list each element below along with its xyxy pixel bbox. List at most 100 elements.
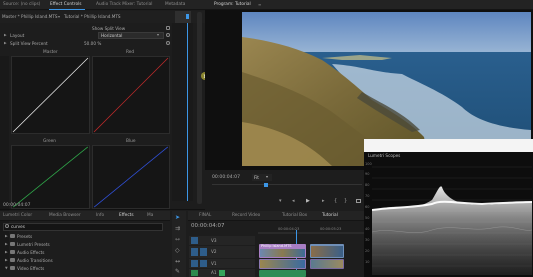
expand-triangle-icon[interactable]: ▶ [4, 41, 7, 45]
green-curve-graph[interactable] [11, 145, 90, 209]
timeline-clip-v2-next[interactable] [310, 244, 344, 258]
tick-label: 40 [365, 227, 370, 231]
timeline-audio-clip-a1[interactable] [259, 270, 306, 277]
panel-divider [0, 209, 205, 210]
timeline-timecode[interactable]: 00:00:04:07 [191, 223, 225, 229]
lumetri-scopes-white-strip [364, 139, 533, 152]
tick-label: 10 [365, 260, 370, 264]
expand-triangle-icon[interactable]: ▶ [4, 33, 7, 37]
lumetri-scopes-title: Lumetri Scopes [368, 153, 401, 158]
tab-timeline-tutorial-box[interactable]: Tutorial Box [279, 211, 310, 221]
tree-item-label: Video Effects [17, 266, 45, 271]
overwrite-icon[interactable]: } [344, 198, 347, 204]
sequence-clip-label[interactable]: Tutorial * Phillip Island.MTS [64, 14, 121, 19]
tree-item-label: Lumetri Presets [17, 242, 50, 247]
ripple-edit-tool-icon[interactable]: ⇿ [175, 237, 180, 243]
tab-lumetri-color[interactable]: Lumetri Color [0, 211, 35, 221]
clip-label: Phillip Island.MTS [261, 244, 292, 248]
effect-controls-timeline-area [172, 23, 193, 201]
chevron-down-icon[interactable]: ▾ [266, 174, 268, 179]
track-target-icon[interactable] [191, 260, 198, 267]
track-header-v2[interactable]: V2 [189, 246, 255, 258]
insert-icon[interactable]: { [334, 198, 337, 204]
tab-timeline-record-video[interactable]: Record Video [229, 211, 263, 221]
panel-menu-icon[interactable]: ≡ [258, 2, 261, 7]
reset-icon[interactable] [166, 41, 170, 45]
tab-metadata[interactable]: Metadata [162, 0, 188, 10]
timeline-ruler[interactable] [258, 232, 364, 234]
blue-curve-graph[interactable] [92, 145, 170, 209]
checkbox-icon[interactable] [166, 26, 170, 30]
tab-source[interactable]: Source: (no clips) [0, 0, 43, 10]
track-source-icon[interactable] [200, 248, 207, 256]
track-label-v1: V1 [211, 261, 217, 266]
tab-media-browser[interactable]: Media Browser [46, 211, 84, 221]
step-back-icon[interactable]: ◂ [292, 198, 295, 204]
tree-item-label: Audio Effects [17, 250, 45, 255]
tab-info[interactable]: Info [93, 211, 107, 221]
tree-item-presets[interactable]: ▶ Presets [3, 233, 163, 240]
track-target-icon[interactable] [191, 248, 198, 256]
track-select-tool-icon[interactable]: ⇉ [175, 226, 180, 232]
mute-icon[interactable] [219, 270, 225, 276]
search-input[interactable] [3, 223, 163, 231]
folder-icon [10, 266, 15, 270]
chevron-down-icon[interactable]: ▾ [157, 32, 159, 37]
add-marker-icon[interactable]: ▾ [279, 198, 282, 204]
master-curve-graph[interactable] [11, 56, 90, 134]
search-input-value: curves [11, 224, 25, 229]
tab-timeline-final[interactable]: FINAL [196, 211, 214, 221]
expand-triangle-icon: ▶ [5, 258, 8, 262]
tab-audio-track-mixer[interactable]: Audio Track Mixer: Tutorial [93, 0, 155, 10]
blue-curve-line [93, 146, 169, 208]
red-curve-line [93, 57, 169, 133]
timeline-clip-v2[interactable]: Phillip Island.MTS [259, 244, 306, 258]
effect-controls-timecode[interactable]: 00:00:04:07 [3, 203, 30, 208]
tree-item-lumetri-presets[interactable]: ▶ Lumetri Presets [3, 241, 163, 248]
tab-markers[interactable]: Ma [144, 211, 156, 221]
track-header-v3[interactable]: V3 [189, 236, 255, 245]
tree-item-audio-transitions[interactable]: ▶ Audio Transitions [3, 257, 163, 264]
tab-timeline-tutorial[interactable]: Tutorial [319, 211, 341, 221]
master-curve-plot [12, 57, 89, 133]
effect-controls-scrollbar[interactable] [197, 12, 202, 204]
slip-tool-icon[interactable]: ↔ [175, 259, 180, 265]
tick-label: 30 [365, 238, 370, 242]
timeline-clip-v1-next[interactable] [310, 259, 344, 269]
folder-icon [10, 242, 15, 246]
program-timecode[interactable]: 00:00:04:07 [212, 175, 240, 180]
reset-icon[interactable] [166, 33, 170, 37]
tree-item-audio-effects[interactable]: ▶ Audio Effects [3, 249, 163, 256]
tab-program[interactable]: Program: Tutorial [211, 0, 254, 10]
master-clip-label[interactable]: Master * Phillip Island.MTS [2, 14, 58, 19]
timeline-clip-v1[interactable] [259, 259, 306, 269]
red-curve-plot [93, 57, 169, 133]
export-frame-icon[interactable] [356, 199, 361, 203]
split-view-percent-value[interactable]: 50.00 % [84, 41, 101, 46]
clip-thumbnail [311, 246, 343, 257]
blue-curve-plot [93, 146, 169, 208]
mini-playhead-icon[interactable] [186, 14, 189, 19]
program-playhead-icon[interactable] [264, 183, 268, 187]
track-header-a1[interactable]: A1 [189, 269, 255, 277]
clip-thumbnail [311, 260, 343, 268]
green-curve-plot [12, 146, 89, 208]
track-target-icon[interactable] [191, 270, 198, 276]
dropdown-arrow-icon[interactable]: ▾ [58, 14, 60, 19]
track-target-icon[interactable] [191, 237, 198, 244]
razor-tool-icon[interactable]: ◇ [175, 248, 180, 254]
pen-tool-icon[interactable]: ✎ [175, 269, 180, 275]
layout-select-value: Horizontal [101, 33, 123, 38]
red-curve-graph[interactable] [92, 56, 170, 134]
tree-item-video-effects[interactable]: ▼ Video Effects [3, 265, 163, 272]
waveform-plot [371, 166, 533, 275]
blue-curve-title: Blue [126, 139, 136, 144]
play-icon[interactable]: ▶ [306, 198, 310, 204]
track-source-icon[interactable] [200, 260, 207, 267]
track-header-v1[interactable]: V1 [189, 259, 255, 268]
effect-controls-playhead[interactable] [187, 23, 188, 201]
tab-effects[interactable]: Effects [116, 211, 137, 221]
step-forward-icon[interactable]: ▸ [322, 198, 325, 204]
expand-triangle-icon: ▼ [5, 266, 8, 270]
selection-tool-icon[interactable]: ➤ [175, 215, 180, 221]
